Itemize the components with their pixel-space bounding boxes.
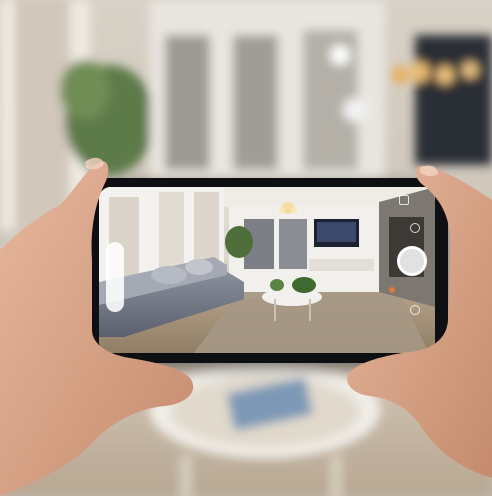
right-hand: [347, 165, 492, 478]
photo-scene: [0, 0, 492, 496]
left-hand: [0, 161, 194, 496]
hands: [0, 157, 492, 496]
